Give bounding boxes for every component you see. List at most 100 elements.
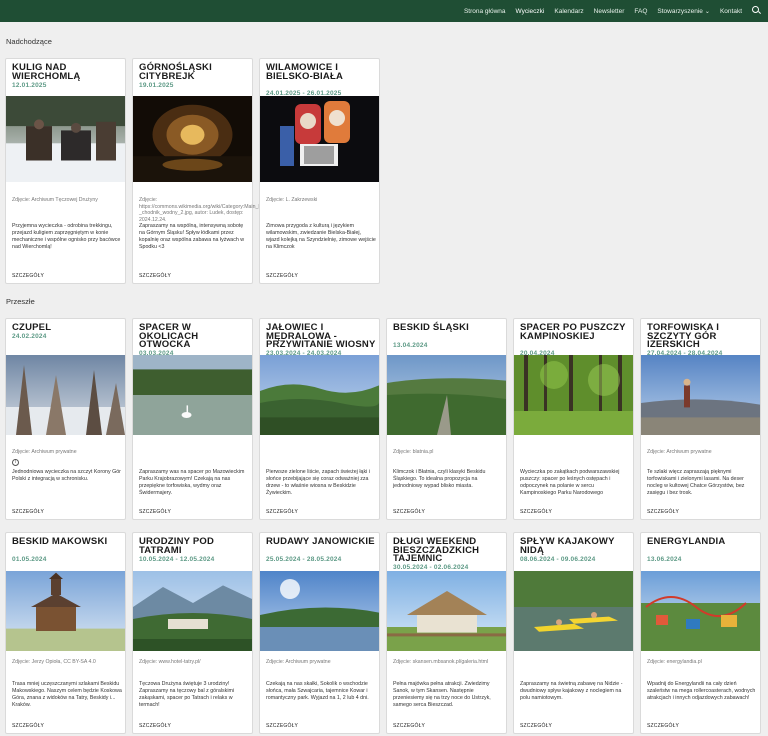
trip-card[interactable]: TORFOWISKA I SZCZYTY GÓR IZERSKICH 27.04.… — [640, 318, 761, 520]
nav-calendar[interactable]: Kalendarz — [554, 8, 583, 15]
trip-title: SPACER PO PUSZCZY KAMPINOSKIEJ — [520, 322, 626, 342]
trip-card[interactable]: KULIG NAD WIERCHOMLĄ 12.01.2025 Zdjęcie: … — [5, 58, 126, 284]
trip-card[interactable]: CZUPEL 24.02.2024 Zdjęcie: Archiwum prywa… — [5, 318, 126, 520]
details-link[interactable]: SZCZEGÓŁY — [647, 509, 679, 515]
trip-title: CZUPEL — [12, 322, 52, 333]
section-past-title: Przeszłe — [6, 297, 35, 306]
trip-photo[interactable] — [514, 571, 633, 651]
photo-credit: Zdjęcie: Archiwum prywatne — [12, 449, 77, 455]
details-link[interactable]: SZCZEGÓŁY — [520, 509, 552, 515]
trip-description: Trasa mniej uczęszczanymi szlakami Beski… — [12, 681, 122, 708]
trip-description: Pierwsze zielone liście, zapach świeżej … — [266, 469, 370, 496]
photo-credit: Zdjęcie: Jerzy Opioła, CC BY-SA 4.0 — [12, 659, 96, 665]
trip-photo[interactable] — [133, 571, 252, 651]
nav-association[interactable]: Stowarzyszenie ⌄ — [657, 8, 710, 15]
details-link[interactable]: SZCZEGÓŁY — [647, 723, 679, 729]
trip-photo[interactable] — [260, 355, 379, 435]
trip-photo[interactable] — [6, 571, 125, 651]
trip-card[interactable]: WILAMOWICE I BIELSKO-BIAŁA 24.01.2025 - 2… — [259, 58, 380, 284]
trip-description: Wycieczka po zakątkach podwarszawskiej p… — [520, 469, 620, 496]
trip-title: BESKID ŚLĄSKI — [393, 322, 469, 333]
trip-photo[interactable] — [641, 571, 760, 651]
nav-home[interactable]: Strona główna — [464, 8, 506, 15]
trip-card[interactable]: SPACER W OKOLICACH OTWOCKA 03.03.2024 Zap… — [132, 318, 253, 520]
trip-photo[interactable] — [133, 355, 252, 435]
trip-photo[interactable] — [641, 355, 760, 435]
trip-card[interactable]: BESKID ŚLĄSKI 13.04.2024 Zdjęcie: blatnia… — [386, 318, 507, 520]
trip-description: Tęczowa Drużyna świętuje 3 urodziny! Zap… — [139, 681, 235, 708]
trip-card[interactable]: URODZINY POD TATRAMI 10.05.2024 - 12.05.2… — [132, 532, 253, 734]
trip-card[interactable]: DŁUGI WEEKEND BIESZCZADZKICH TAJEMNIC 30.… — [386, 532, 507, 734]
trip-title: DŁUGI WEEKEND BIESZCZADZKICH TAJEMNIC — [393, 536, 480, 564]
details-link[interactable]: SZCZEGÓŁY — [266, 273, 298, 279]
top-navigation-bar: Strona główna Wycieczki Kalendarz Newsle… — [0, 0, 768, 22]
trip-card[interactable]: SPŁYW KAJAKOWY NIDĄ 08.06.2024 - 09.06.20… — [513, 532, 634, 734]
trip-description: Zapraszamy na świetną zabawę na Nidzie -… — [520, 681, 623, 701]
details-link[interactable]: SZCZEGÓŁY — [266, 723, 298, 729]
trip-description: Jednodniowa wycieczka na szczyt Korony G… — [12, 469, 121, 482]
trip-title: BESKID MAKOWSKI — [12, 536, 108, 547]
search-icon[interactable] — [752, 6, 762, 16]
photo-credit: Zdjęcie: blatnia.pl — [393, 449, 434, 455]
trip-photo[interactable] — [6, 355, 125, 435]
trip-card[interactable]: SPACER PO PUSZCZY KAMPINOSKIEJ 20.04.2024… — [513, 318, 634, 520]
trip-description: Zimowa przygoda z kulturą i językiem wil… — [266, 223, 376, 250]
details-link[interactable]: SZCZEGÓŁY — [12, 273, 44, 279]
nav-association-label: Stowarzyszenie — [657, 7, 703, 15]
trip-card[interactable]: BESKID MAKOWSKI 01.05.2024 Zdjęcie: Jerzy… — [5, 532, 126, 734]
details-link[interactable]: SZCZEGÓŁY — [12, 509, 44, 515]
details-link[interactable]: SZCZEGÓŁY — [139, 509, 171, 515]
trip-date: 10.05.2024 - 12.05.2024 — [139, 555, 215, 563]
trip-date: 01.05.2024 — [12, 555, 47, 563]
section-upcoming-title: Nadchodzące — [6, 37, 52, 46]
trip-description: Przyjemna wycieczka - odrobina trekkingu… — [12, 223, 121, 250]
trip-title: TORFOWISKA I SZCZYTY GÓR IZERSKICH — [647, 322, 720, 350]
trip-title: JAŁOWIEC I MĘDRALOWA - PRZYWITANIE WIOSN… — [266, 322, 376, 350]
details-link[interactable]: SZCZEGÓŁY — [12, 723, 44, 729]
trip-photo[interactable] — [387, 355, 506, 435]
trip-photo[interactable] — [133, 96, 252, 182]
trip-description: Zapraszamy na wspólną, intensywną sobotę… — [139, 223, 245, 250]
details-link[interactable]: SZCZEGÓŁY — [139, 723, 171, 729]
photo-credit: Zdjęcie: Archiwum Tęczowej Drużyny — [12, 197, 98, 203]
trip-title: URODZINY POD TATRAMI — [139, 536, 215, 556]
trip-date: 13.06.2024 — [647, 555, 682, 563]
trip-photo[interactable] — [514, 355, 633, 435]
trip-photo[interactable] — [260, 96, 379, 182]
details-link[interactable]: SZCZEGÓŁY — [139, 273, 171, 279]
trip-title: GÓRNOŚLĄSKI CITYBREJK — [139, 62, 212, 82]
nav-faq[interactable]: FAQ — [634, 8, 647, 15]
trip-title: WILAMOWICE I BIELSKO-BIAŁA — [266, 62, 344, 82]
trip-date: 25.05.2024 - 28.05.2024 — [266, 555, 342, 563]
details-link[interactable]: SZCZEGÓŁY — [266, 509, 298, 515]
trip-date: 13.04.2024 — [393, 341, 428, 349]
nav-newsletter[interactable]: Newsletter — [594, 8, 625, 15]
photo-credit: Zdjęcie: Archiwum prywatne — [266, 659, 331, 665]
details-link[interactable]: SZCZEGÓŁY — [520, 723, 552, 729]
trip-photo[interactable] — [260, 571, 379, 651]
trip-card[interactable]: RUDAWY JANOWICKIE 25.05.2024 - 28.05.2024… — [259, 532, 380, 734]
details-link[interactable]: SZCZEGÓŁY — [393, 509, 425, 515]
trip-title: ENERGYLANDIA — [647, 536, 726, 547]
nav-contact[interactable]: Kontakt — [720, 8, 742, 15]
photo-credit: Zdjęcie: energylandia.pl — [647, 659, 702, 665]
trip-card[interactable]: ENERGYLANDIA 13.06.2024 Zdjęcie: energyla… — [640, 532, 761, 734]
trip-description: Zapraszamy was na spacer po Mazowieckim … — [139, 469, 245, 496]
trip-card[interactable]: JAŁOWIEC I MĘDRALOWA - PRZYWITANIE WIOSN… — [259, 318, 380, 520]
trip-title: SPŁYW KAJAKOWY NIDĄ — [520, 536, 615, 556]
trip-photo[interactable] — [6, 96, 125, 182]
trip-date: 12.01.2025 — [12, 81, 47, 89]
trip-description: Czekają na nas skałki, Sokolik o wschodz… — [266, 681, 369, 701]
trip-card[interactable]: GÓRNOŚLĄSKI CITYBREJK 19.01.2025 Zdjęcie:… — [132, 58, 354, 284]
photo-credit: Zdjęcie: Archiwum prywatne — [647, 449, 712, 455]
nav-trips[interactable]: Wycieczki — [516, 8, 545, 15]
details-link[interactable]: SZCZEGÓŁY — [393, 723, 425, 729]
trip-description: Te szlaki więcz zapraszają pięknymi torf… — [647, 469, 745, 496]
chevron-down-icon: ⌄ — [704, 8, 710, 15]
trip-description: Pełna majówka pełna atrakcji. Zwiedzimy … — [393, 681, 491, 708]
trip-title: KULIG NAD WIERCHOMLĄ — [12, 62, 81, 82]
info-icon[interactable]: i — [12, 459, 19, 466]
trip-title: SPACER W OKOLICACH OTWOCKA — [139, 322, 199, 350]
trip-photo[interactable] — [387, 571, 506, 651]
trip-description: Wpadnij do Energylandii na cały dzień sz… — [647, 681, 756, 701]
